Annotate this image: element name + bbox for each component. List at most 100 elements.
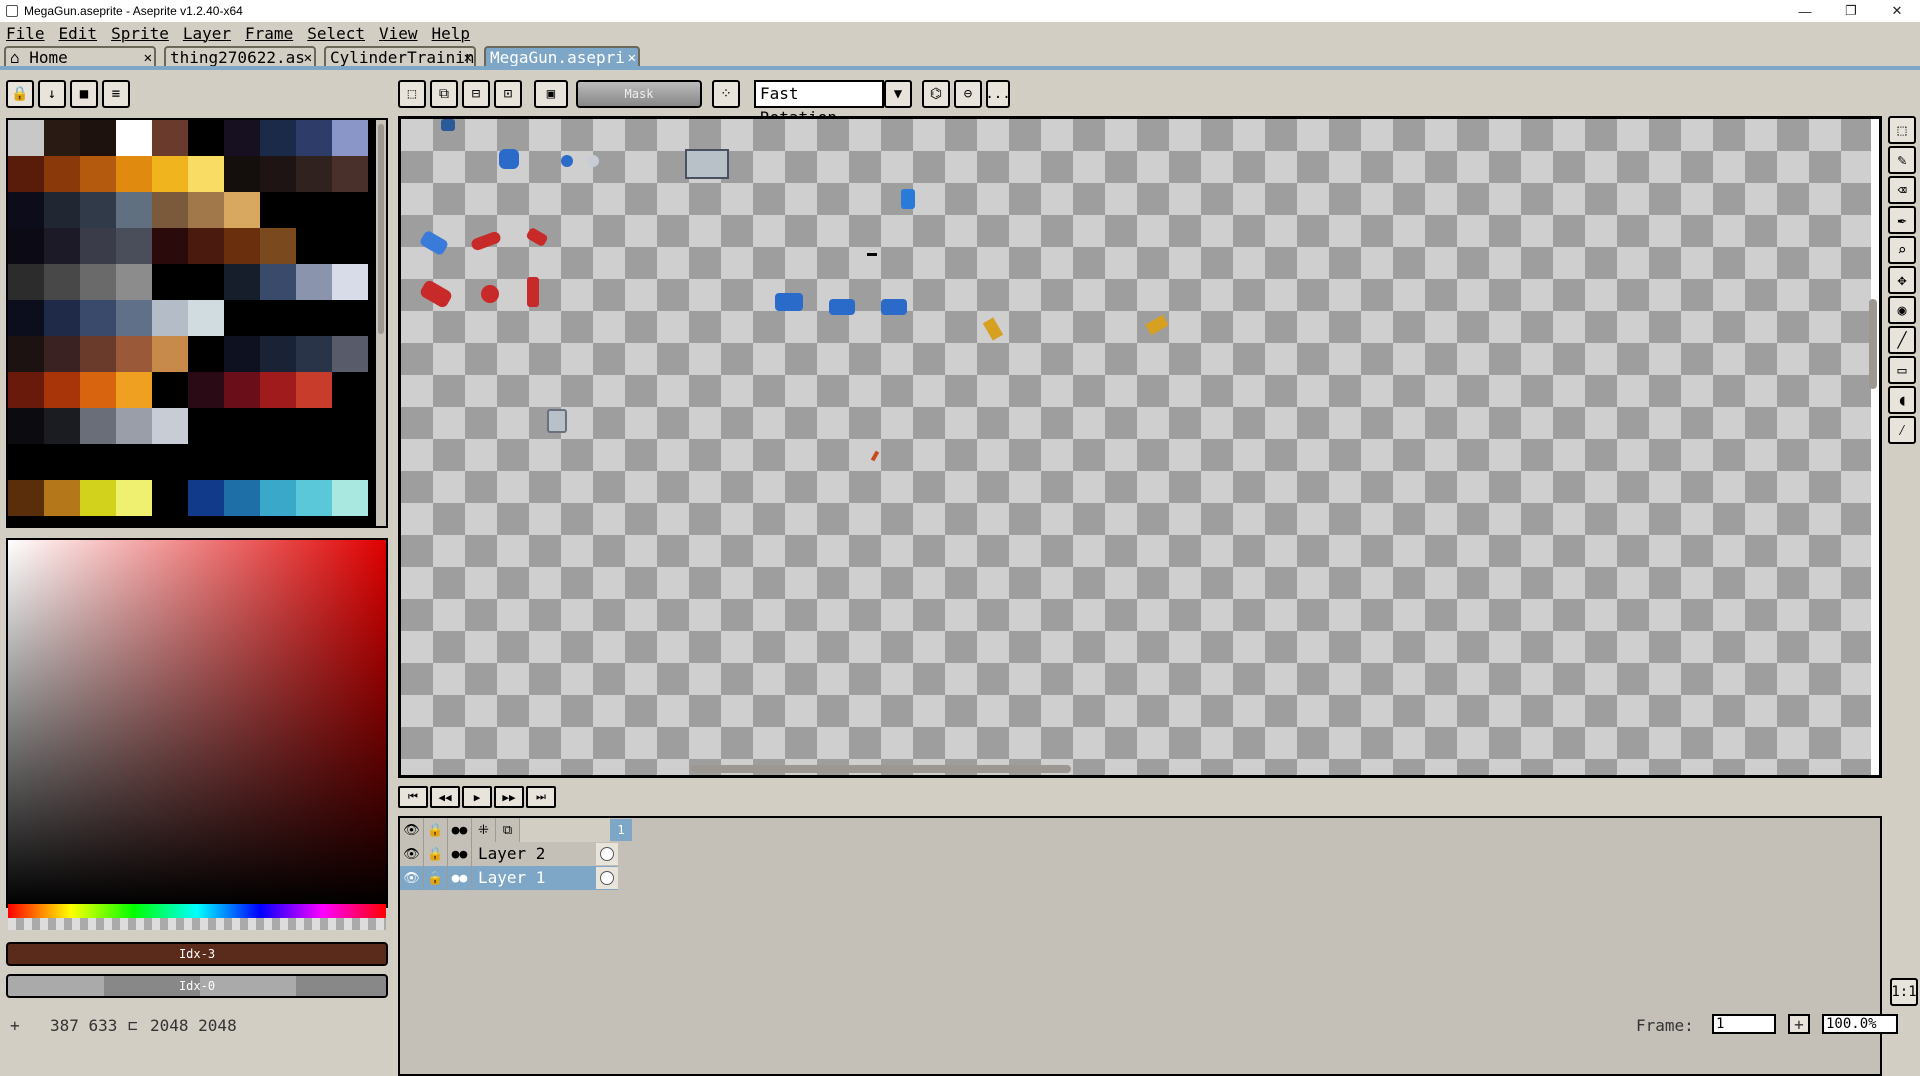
- palette-swatch[interactable]: [296, 228, 332, 264]
- menu-view[interactable]: View: [379, 24, 418, 43]
- drop-pixels-icon[interactable]: ⌬: [922, 80, 950, 108]
- zoom-tool-icon[interactable]: ⌕: [1888, 236, 1916, 264]
- layer-name[interactable]: Layer 2: [472, 842, 596, 866]
- palette-swatch[interactable]: [224, 120, 260, 156]
- palette-swatch[interactable]: [80, 120, 116, 156]
- visibility-header-icon[interactable]: 👁: [400, 818, 424, 842]
- zoom-input[interactable]: 100.0%: [1822, 1014, 1898, 1034]
- menu-sprite[interactable]: Sprite: [111, 24, 169, 43]
- palette-swatch[interactable]: [260, 120, 296, 156]
- cel[interactable]: [596, 867, 618, 889]
- arrow-down-icon[interactable]: ↓: [38, 80, 66, 108]
- palette-swatch[interactable]: [116, 372, 152, 408]
- palette-swatch[interactable]: [8, 120, 44, 156]
- palette-swatch[interactable]: [8, 300, 44, 336]
- palette-swatch[interactable]: [260, 192, 296, 228]
- palette-swatch[interactable]: [332, 372, 368, 408]
- menu-select[interactable]: Select: [307, 24, 365, 43]
- save-palette-icon[interactable]: ■: [70, 80, 98, 108]
- alpha-strip[interactable]: [8, 918, 386, 930]
- palette-swatch[interactable]: [152, 192, 188, 228]
- palette-swatch[interactable]: [152, 120, 188, 156]
- palette-swatch[interactable]: [152, 300, 188, 336]
- palette-swatch[interactable]: [224, 336, 260, 372]
- palette-swatch[interactable]: [224, 228, 260, 264]
- continuous-icon[interactable]: ●●: [448, 866, 472, 890]
- chevron-down-icon[interactable]: ▼: [884, 80, 912, 108]
- palette-swatch[interactable]: [44, 300, 80, 336]
- selection-intersect-icon[interactable]: ⊡: [494, 80, 522, 108]
- palette-swatch[interactable]: [8, 156, 44, 192]
- rectangle-tool-icon[interactable]: ▭: [1888, 356, 1916, 384]
- palette-swatch[interactable]: [260, 156, 296, 192]
- palette-swatch[interactable]: [152, 156, 188, 192]
- palette-scrollbar[interactable]: [376, 120, 386, 526]
- palette-swatch[interactable]: [332, 264, 368, 300]
- hue-slider[interactable]: [8, 904, 386, 918]
- palette-swatch[interactable]: [332, 444, 368, 480]
- palette-swatch[interactable]: [8, 228, 44, 264]
- palette-swatch[interactable]: [116, 336, 152, 372]
- palette-swatch[interactable]: [188, 444, 224, 480]
- menu-file[interactable]: File: [6, 24, 45, 43]
- frame-input[interactable]: 1: [1712, 1014, 1776, 1034]
- close-tab-icon[interactable]: ✕: [304, 48, 312, 68]
- palette-swatch[interactable]: [260, 300, 296, 336]
- foreground-color-bar[interactable]: Idx-3: [6, 942, 388, 966]
- lock-palette-icon[interactable]: 🔒: [6, 80, 34, 108]
- palette-swatch[interactable]: [8, 480, 44, 516]
- palette-swatch[interactable]: [188, 192, 224, 228]
- palette-swatch[interactable]: [332, 120, 368, 156]
- palette-swatch[interactable]: [152, 228, 188, 264]
- palette-swatch[interactable]: [188, 336, 224, 372]
- palette-swatch[interactable]: [80, 444, 116, 480]
- pencil-tool-icon[interactable]: ✎: [1888, 146, 1916, 174]
- palette-swatch[interactable]: [44, 336, 80, 372]
- palette-swatch[interactable]: [224, 480, 260, 516]
- palette-swatch[interactable]: [260, 444, 296, 480]
- selection-subtract-icon[interactable]: ⊟: [462, 80, 490, 108]
- palette-swatch[interactable]: [116, 444, 152, 480]
- menu-frame[interactable]: Frame: [245, 24, 293, 43]
- pivot-icon[interactable]: ⁘: [712, 80, 740, 108]
- layer-row[interactable]: 👁 🔒 ●● Layer 2: [400, 842, 618, 866]
- palette-swatch[interactable]: [332, 300, 368, 336]
- palette-swatch[interactable]: [116, 408, 152, 444]
- fill-tool-icon[interactable]: ◉: [1888, 296, 1916, 324]
- link-cels-icon[interactable]: ⧉: [496, 818, 520, 842]
- palette-swatch[interactable]: [80, 336, 116, 372]
- palette-swatch[interactable]: [224, 444, 260, 480]
- palette-swatch[interactable]: [116, 264, 152, 300]
- palette-swatch[interactable]: [296, 372, 332, 408]
- next-frame-icon[interactable]: ▶▶: [494, 786, 524, 808]
- palette-swatch[interactable]: [188, 120, 224, 156]
- palette-swatch[interactable]: [188, 372, 224, 408]
- menu-help[interactable]: Help: [432, 24, 471, 43]
- palette-swatch[interactable]: [332, 408, 368, 444]
- palette-swatch[interactable]: [44, 408, 80, 444]
- close-tab-icon[interactable]: ✕: [628, 48, 636, 68]
- palette-swatch[interactable]: [44, 264, 80, 300]
- palette-swatch[interactable]: [260, 264, 296, 300]
- palette-swatch[interactable]: [8, 192, 44, 228]
- palette-swatch[interactable]: [260, 372, 296, 408]
- lock-header-icon[interactable]: 🔒: [424, 818, 448, 842]
- palette-swatch[interactable]: [224, 264, 260, 300]
- palette-swatch[interactable]: [188, 228, 224, 264]
- close-tab-icon[interactable]: ✕: [144, 48, 152, 68]
- palette-swatch[interactable]: [332, 192, 368, 228]
- new-frame-icon[interactable]: +: [1788, 1014, 1810, 1034]
- palette-swatch[interactable]: [44, 372, 80, 408]
- palette-swatch[interactable]: [116, 480, 152, 516]
- contour-tool-icon[interactable]: ◖: [1888, 386, 1916, 414]
- blur-tool-icon[interactable]: ⁄: [1888, 416, 1916, 444]
- palette-swatch[interactable]: [44, 444, 80, 480]
- eyedropper-tool-icon[interactable]: ✒: [1888, 206, 1916, 234]
- first-frame-icon[interactable]: ⏮: [398, 786, 428, 808]
- play-icon[interactable]: ▶: [462, 786, 492, 808]
- palette-swatch[interactable]: [116, 192, 152, 228]
- palette-swatch[interactable]: [80, 300, 116, 336]
- layer-name[interactable]: Layer 1: [472, 866, 596, 890]
- mask-color-button[interactable]: Mask: [576, 80, 702, 108]
- line-tool-icon[interactable]: ╱: [1888, 326, 1916, 354]
